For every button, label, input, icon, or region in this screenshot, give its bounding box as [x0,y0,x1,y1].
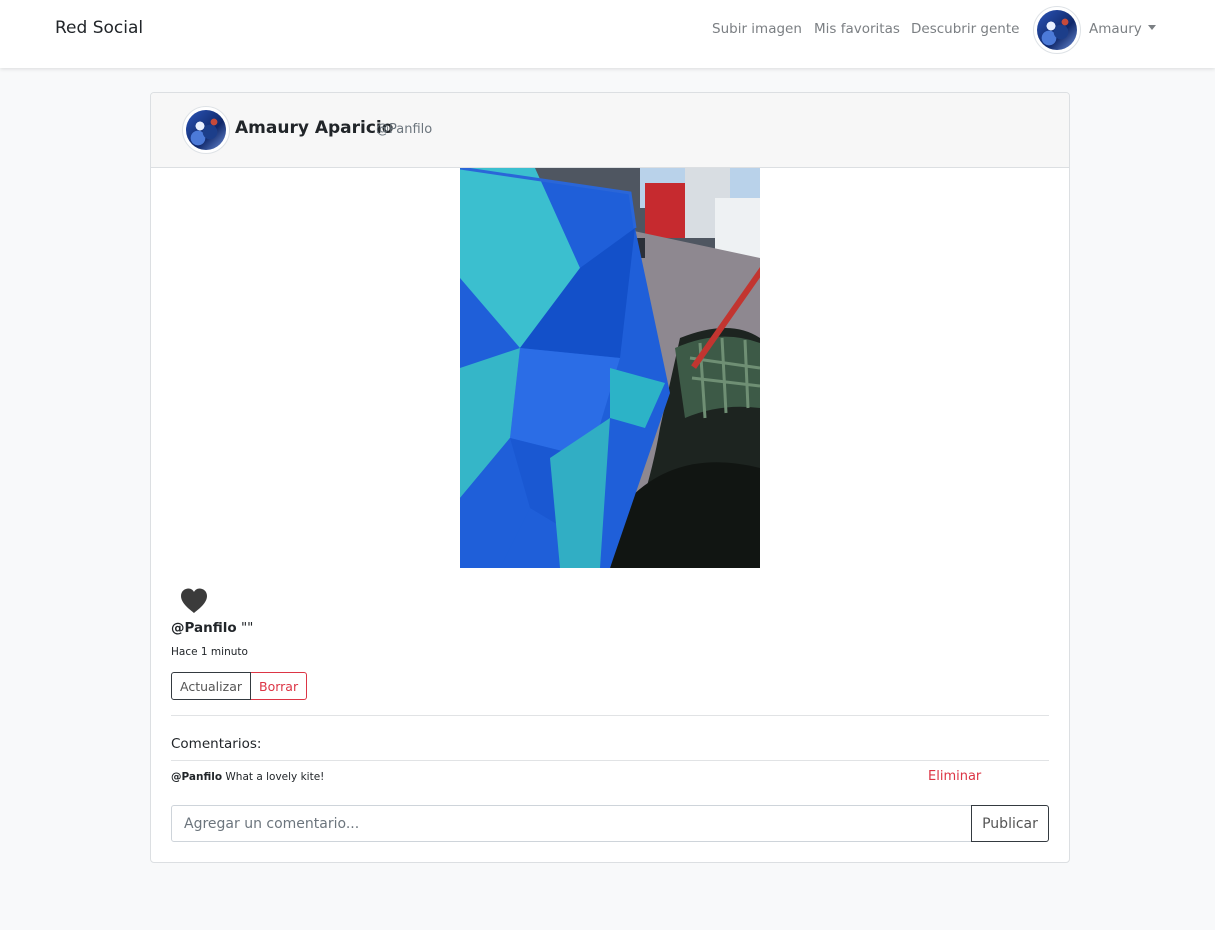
divider [171,715,1049,716]
discover-people-link[interactable]: Descubrir gente [911,21,1019,37]
publish-button[interactable]: Publicar [971,805,1049,842]
user-avatar[interactable] [1033,6,1081,54]
update-button[interactable]: Actualizar [171,672,251,700]
comment-item: @Panfilo What a lovely kite! [171,771,324,783]
avatar-image [1037,10,1077,50]
user-menu-label: Amaury [1089,21,1142,37]
favorites-link[interactable]: Mis favoritas [814,21,900,37]
post-timestamp: Hace 1 minuto [171,646,248,658]
upload-image-link[interactable]: Subir imagen [712,21,802,37]
caption-handle: @Panfilo [171,620,237,636]
post-image [460,168,760,568]
comment-input[interactable] [171,805,972,842]
author-avatar[interactable] [182,106,230,154]
top-navbar: Red Social Subir imagen Mis favoritas De… [0,0,1215,68]
comments-title: Comentarios: [171,736,262,752]
brand-link[interactable]: Red Social [55,18,143,38]
caret-down-icon [1147,25,1156,30]
post-caption: @Panfilo "" [171,620,253,636]
post-card: Amaury Aparicio @Panfilo @Panfilo "" Hac… [150,92,1070,863]
heart-icon [181,588,207,613]
caption-text: "" [240,620,254,636]
delete-comment-link[interactable]: Eliminar [928,769,981,784]
divider [171,760,1049,761]
post-actions: Actualizar Borrar [171,672,308,700]
avatar-image [186,110,226,150]
author-name[interactable]: Amaury Aparicio [235,118,393,138]
user-menu-dropdown[interactable]: Amaury [1089,21,1156,37]
comment-handle[interactable]: @Panfilo [171,771,222,783]
comment-text: What a lovely kite! [225,771,325,783]
kite-photo-illustration [460,168,760,568]
author-handle: @Panfilo [376,122,433,137]
post-header: Amaury Aparicio @Panfilo [151,93,1069,168]
delete-button[interactable]: Borrar [251,672,308,700]
like-button[interactable] [179,587,209,615]
